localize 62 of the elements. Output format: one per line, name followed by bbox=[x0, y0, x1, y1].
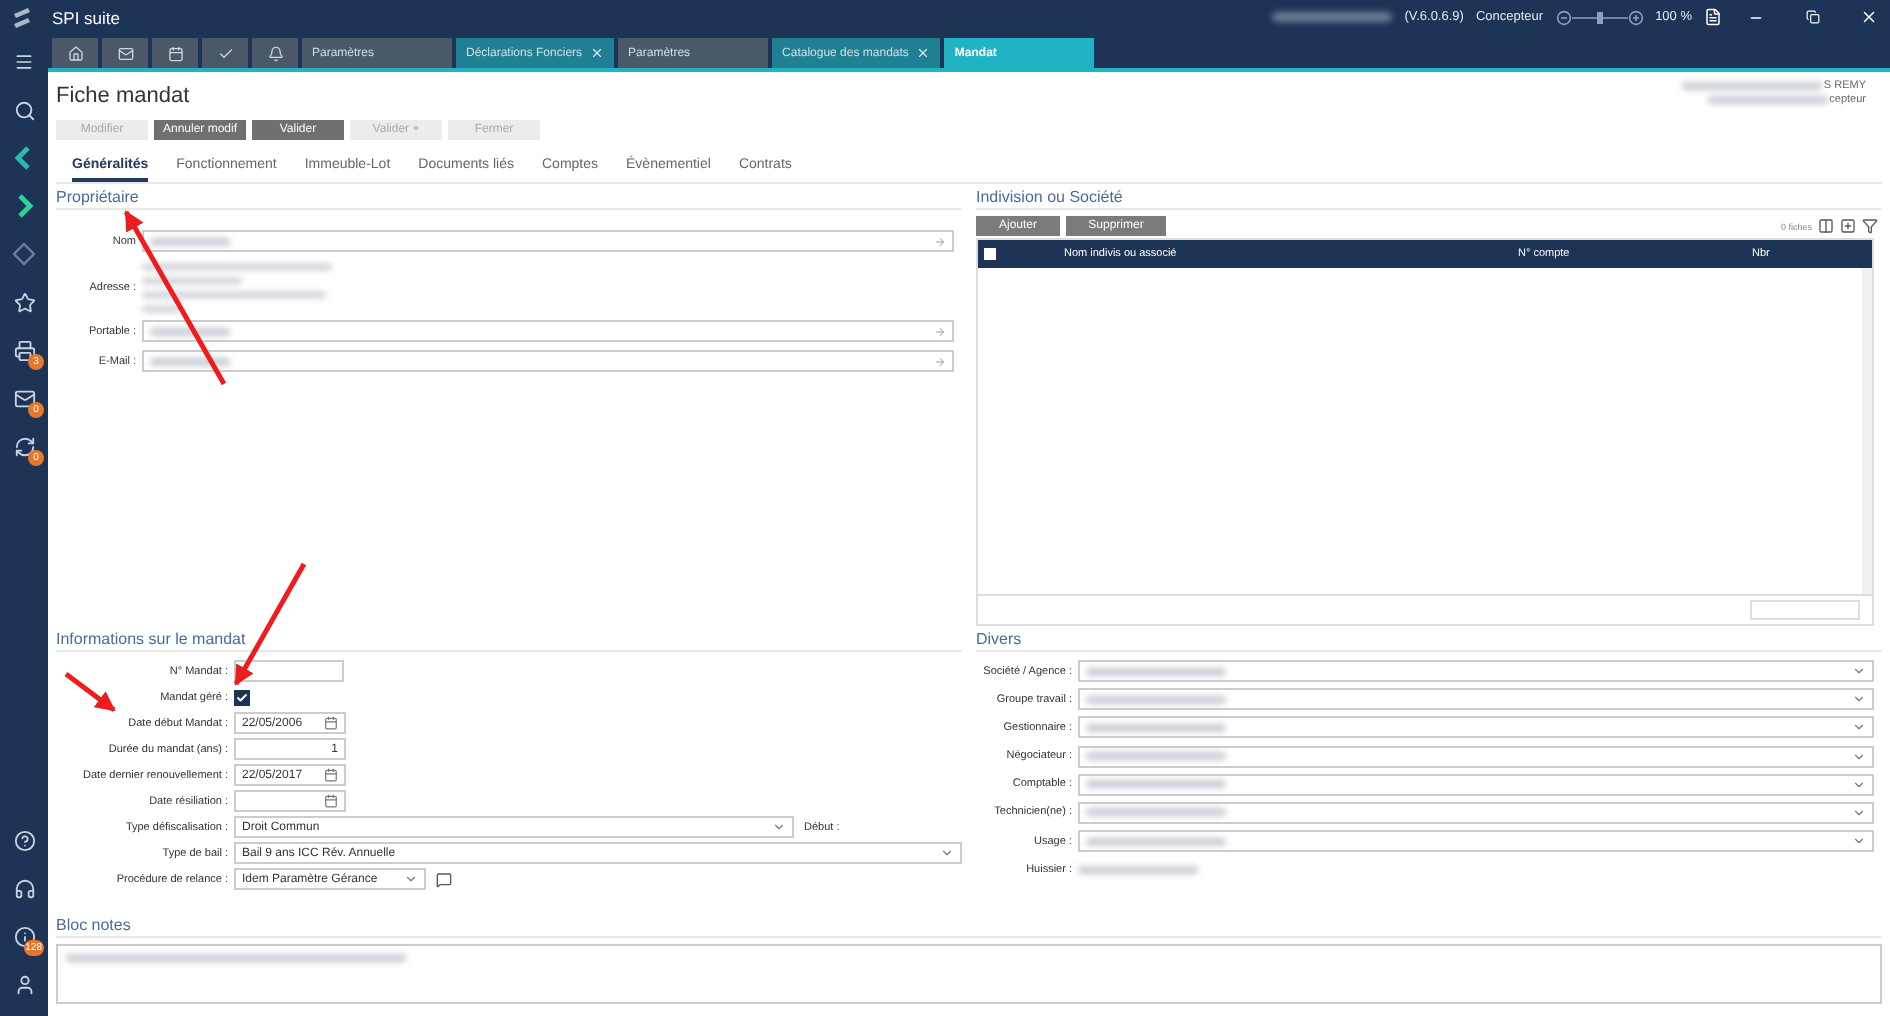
add-icon[interactable] bbox=[1840, 218, 1856, 234]
document-icon[interactable] bbox=[1704, 8, 1722, 26]
chevron-down-icon bbox=[940, 846, 954, 860]
refresh-icon[interactable] bbox=[13, 435, 35, 457]
chevron-left-icon[interactable] bbox=[12, 146, 36, 170]
check-icon bbox=[217, 45, 233, 61]
filter-icon[interactable] bbox=[1862, 218, 1878, 234]
tab[interactable] bbox=[52, 38, 98, 68]
select-field[interactable] bbox=[1078, 830, 1874, 853]
star-icon[interactable] bbox=[13, 291, 35, 313]
date-field[interactable] bbox=[234, 790, 346, 812]
search-icon[interactable] bbox=[13, 99, 35, 121]
select-field[interactable] bbox=[1078, 660, 1874, 682]
tab[interactable] bbox=[252, 38, 298, 68]
tab[interactable] bbox=[102, 38, 148, 68]
page-title: Fiche mandat bbox=[56, 82, 190, 108]
logo-icon bbox=[12, 7, 32, 27]
input-field[interactable] bbox=[142, 350, 954, 372]
calendar-icon[interactable] bbox=[324, 716, 338, 730]
comment-icon[interactable] bbox=[436, 871, 452, 887]
tab[interactable] bbox=[152, 38, 198, 68]
select-field[interactable] bbox=[1078, 773, 1874, 796]
input-field[interactable] bbox=[142, 230, 954, 252]
chevron-down-icon bbox=[404, 872, 418, 886]
user-icon[interactable] bbox=[13, 973, 35, 995]
select-field[interactable] bbox=[1078, 716, 1874, 739]
calendar-icon[interactable] bbox=[324, 794, 338, 808]
select-field[interactable] bbox=[1078, 801, 1874, 824]
diamond-icon[interactable] bbox=[12, 242, 36, 266]
headset-icon[interactable] bbox=[13, 877, 35, 899]
scrollbar[interactable] bbox=[1862, 268, 1872, 594]
info-icon[interactable] bbox=[13, 925, 35, 947]
input-field[interactable] bbox=[234, 660, 344, 682]
input-field[interactable] bbox=[1750, 600, 1860, 620]
columns-icon[interactable] bbox=[1818, 218, 1834, 234]
home-icon bbox=[67, 45, 83, 61]
input-field[interactable] bbox=[142, 320, 954, 342]
calendar-icon bbox=[167, 45, 183, 61]
checkbox[interactable] bbox=[234, 689, 250, 705]
printer-icon[interactable] bbox=[13, 339, 35, 361]
bell-icon bbox=[267, 45, 283, 61]
select-field[interactable] bbox=[1078, 745, 1874, 768]
annotation-arrow bbox=[64, 672, 116, 712]
section-title: Propriétaire bbox=[56, 184, 962, 210]
huissier-value bbox=[1078, 865, 1198, 874]
menu-icon[interactable] bbox=[14, 52, 34, 72]
mail-icon bbox=[117, 45, 133, 61]
chevron-right-icon[interactable] bbox=[12, 194, 36, 218]
section-title: Informations sur le mandat bbox=[56, 626, 962, 652]
section-title: Divers bbox=[976, 626, 1882, 652]
select-field[interactable] bbox=[1078, 688, 1874, 711]
help-icon[interactable] bbox=[13, 829, 35, 851]
section-title: Bloc notes bbox=[56, 912, 1882, 938]
calendar-icon[interactable] bbox=[324, 768, 338, 782]
zoom-slider[interactable] bbox=[1555, 9, 1644, 25]
notes-field[interactable] bbox=[56, 944, 1882, 1004]
app-title: SPI suite bbox=[52, 7, 121, 27]
checkmark-icon bbox=[236, 691, 248, 703]
chevron-down-icon bbox=[772, 820, 786, 834]
mail-icon[interactable] bbox=[13, 387, 35, 409]
section-title: Indivision ou Société bbox=[976, 184, 1882, 210]
restore-icon[interactable] bbox=[1805, 10, 1819, 24]
